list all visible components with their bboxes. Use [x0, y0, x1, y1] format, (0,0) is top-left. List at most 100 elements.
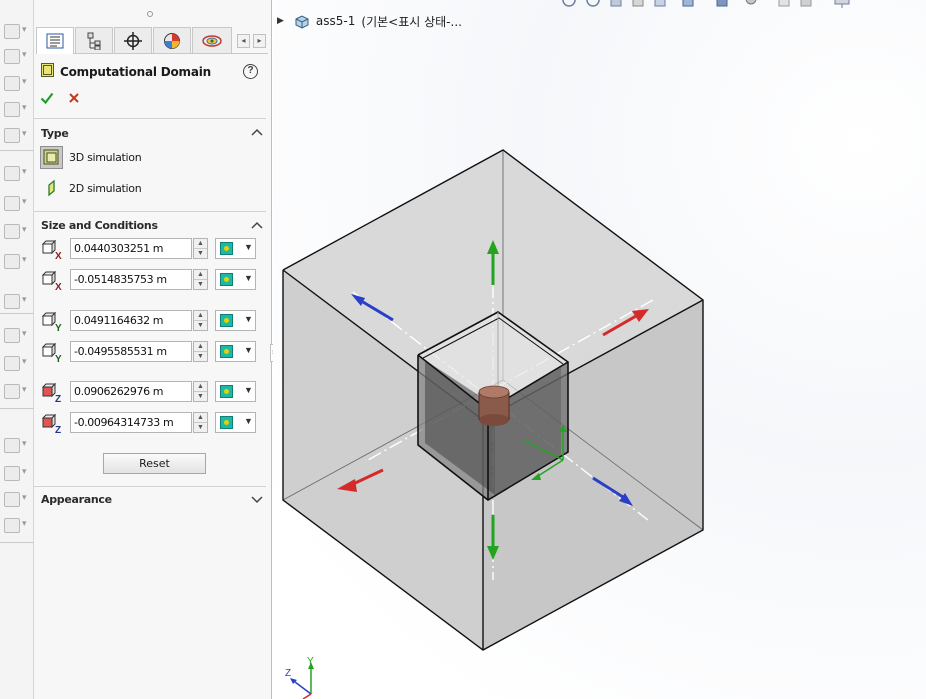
svg-text:Y: Y	[55, 354, 62, 363]
y-max-input[interactable]: 0.0491164632 m	[70, 310, 192, 331]
graphics-area[interactable]: ▶ ass5-1 (기본<표시 상태-... Y Z	[273, 0, 926, 699]
spin-up-icon[interactable]: ▲	[194, 239, 207, 249]
cylinder-part[interactable]	[478, 385, 510, 426]
bound-row-x-min: X -0.0514835753 m ▲ ▼ ▼	[41, 269, 266, 293]
section-divider	[34, 486, 266, 487]
triad-z-label: Z	[285, 668, 291, 679]
tool-icon[interactable]	[2, 352, 28, 374]
property-tree-icon	[87, 32, 101, 50]
tab-scroll-right-icon[interactable]: ▸	[253, 34, 266, 48]
spin-down-icon[interactable]: ▼	[194, 423, 207, 433]
z-min-condition-select[interactable]: ▼	[215, 412, 256, 433]
y-max-condition-select[interactable]: ▼	[215, 310, 256, 331]
expand-chevron-icon[interactable]	[250, 494, 264, 504]
tool-icon[interactable]	[2, 488, 28, 510]
y-min-spinner[interactable]: ▲ ▼	[193, 341, 208, 362]
x-min-condition-select[interactable]: ▼	[215, 269, 256, 290]
chevron-down-icon[interactable]: ▼	[244, 242, 253, 252]
property-manager-panel: ◂ ▸ Computational Domain ? Type 3D simul…	[34, 0, 272, 699]
option-3d-simulation-label: 3D simulation	[69, 151, 142, 164]
tool-icon[interactable]	[2, 462, 28, 484]
tab-scroll-left-icon[interactable]: ◂	[237, 34, 250, 48]
option-3d-simulation[interactable]: 3D simulation	[40, 146, 160, 170]
section-divider	[34, 211, 266, 212]
cancel-button[interactable]	[67, 91, 81, 105]
collapse-chevron-icon[interactable]	[250, 220, 264, 230]
tab-flow-simulation-analysis-tree[interactable]	[192, 27, 232, 53]
x-min-spinner[interactable]: ▲ ▼	[193, 269, 208, 290]
type-section-title: Type	[41, 127, 69, 140]
z-max-condition-select[interactable]: ▼	[215, 381, 256, 402]
svg-text:X: X	[55, 282, 62, 291]
spin-down-icon[interactable]: ▼	[194, 352, 207, 362]
model-scene: Y Z	[282, 149, 704, 699]
tool-icon[interactable]	[2, 72, 28, 94]
boundary-condition-icon	[220, 416, 233, 429]
tab-property-manager[interactable]	[75, 27, 113, 53]
svg-text:X: X	[55, 251, 62, 260]
chevron-down-icon[interactable]: ▼	[244, 345, 253, 355]
x-max-input[interactable]: 0.0440303251 m	[70, 238, 192, 259]
chevron-down-icon[interactable]: ▼	[244, 416, 253, 426]
reset-button[interactable]: Reset	[103, 453, 206, 474]
spin-down-icon[interactable]: ▼	[194, 321, 207, 331]
tool-icon[interactable]	[2, 20, 28, 42]
tool-icon[interactable]	[2, 98, 28, 120]
y-max-bound-icon: Y	[41, 312, 62, 332]
size-conditions-section-title: Size and Conditions	[41, 219, 158, 232]
ok-button[interactable]	[40, 91, 54, 105]
simulation-3d-icon	[40, 146, 63, 169]
tool-icon[interactable]	[2, 324, 28, 346]
x-max-condition-select[interactable]: ▼	[215, 238, 256, 259]
tool-icon[interactable]	[2, 162, 28, 184]
spin-up-icon[interactable]: ▲	[194, 270, 207, 280]
bound-row-z-max: Z 0.0906262976 m ▲ ▼ ▼	[41, 381, 266, 405]
separator	[0, 542, 34, 543]
tool-icon[interactable]	[2, 220, 28, 242]
spin-down-icon[interactable]: ▼	[194, 392, 207, 402]
feature-title: Computational Domain	[60, 65, 212, 79]
appearance-pie-icon	[164, 32, 180, 49]
tool-icon[interactable]	[2, 192, 28, 214]
tool-icon[interactable]	[2, 434, 28, 456]
y-min-input[interactable]: -0.0495585531 m	[70, 341, 192, 362]
option-2d-simulation[interactable]: 2D simulation	[40, 177, 160, 201]
tool-icon[interactable]	[2, 380, 28, 402]
spin-up-icon[interactable]: ▲	[194, 311, 207, 321]
tab-display-manager[interactable]	[153, 27, 191, 53]
chevron-down-icon[interactable]: ▼	[244, 314, 253, 324]
x-min-input[interactable]: -0.0514835753 m	[70, 269, 192, 290]
spin-up-icon[interactable]: ▲	[194, 413, 207, 423]
z-max-input[interactable]: 0.0906262976 m	[70, 381, 192, 402]
chevron-down-icon[interactable]: ▼	[244, 385, 253, 395]
boundary-condition-icon	[220, 273, 233, 286]
z-max-bound-icon: Z	[41, 383, 61, 403]
y-min-condition-select[interactable]: ▼	[215, 341, 256, 362]
tab-configuration-manager[interactable]	[114, 27, 152, 53]
x-max-spinner[interactable]: ▲ ▼	[193, 238, 208, 259]
tool-icon[interactable]	[2, 514, 28, 536]
y-max-spinner[interactable]: ▲ ▼	[193, 310, 208, 331]
z-min-input[interactable]: -0.00964314733 m	[70, 412, 192, 433]
feature-tree-icon	[46, 33, 64, 49]
chevron-down-icon[interactable]: ▼	[244, 273, 253, 283]
svg-text:Y: Y	[55, 323, 62, 332]
help-icon[interactable]: ?	[243, 64, 258, 79]
tool-icon[interactable]	[2, 290, 28, 312]
boundary-condition-icon	[220, 385, 233, 398]
reference-triad: Y Z	[285, 656, 314, 699]
tool-icon[interactable]	[2, 45, 28, 67]
spin-down-icon[interactable]: ▼	[194, 249, 207, 259]
tab-feature-manager[interactable]	[36, 27, 74, 54]
spin-up-icon[interactable]: ▲	[194, 382, 207, 392]
z-max-spinner[interactable]: ▲ ▼	[193, 381, 208, 402]
tool-icon[interactable]	[2, 250, 28, 272]
panel-grip[interactable]	[147, 11, 153, 17]
z-min-spinner[interactable]: ▲ ▼	[193, 412, 208, 433]
tool-icon[interactable]	[2, 124, 28, 146]
separator	[0, 150, 34, 151]
boundary-condition-icon	[220, 345, 233, 358]
collapse-chevron-icon[interactable]	[250, 127, 264, 137]
spin-down-icon[interactable]: ▼	[194, 280, 207, 290]
spin-up-icon[interactable]: ▲	[194, 342, 207, 352]
